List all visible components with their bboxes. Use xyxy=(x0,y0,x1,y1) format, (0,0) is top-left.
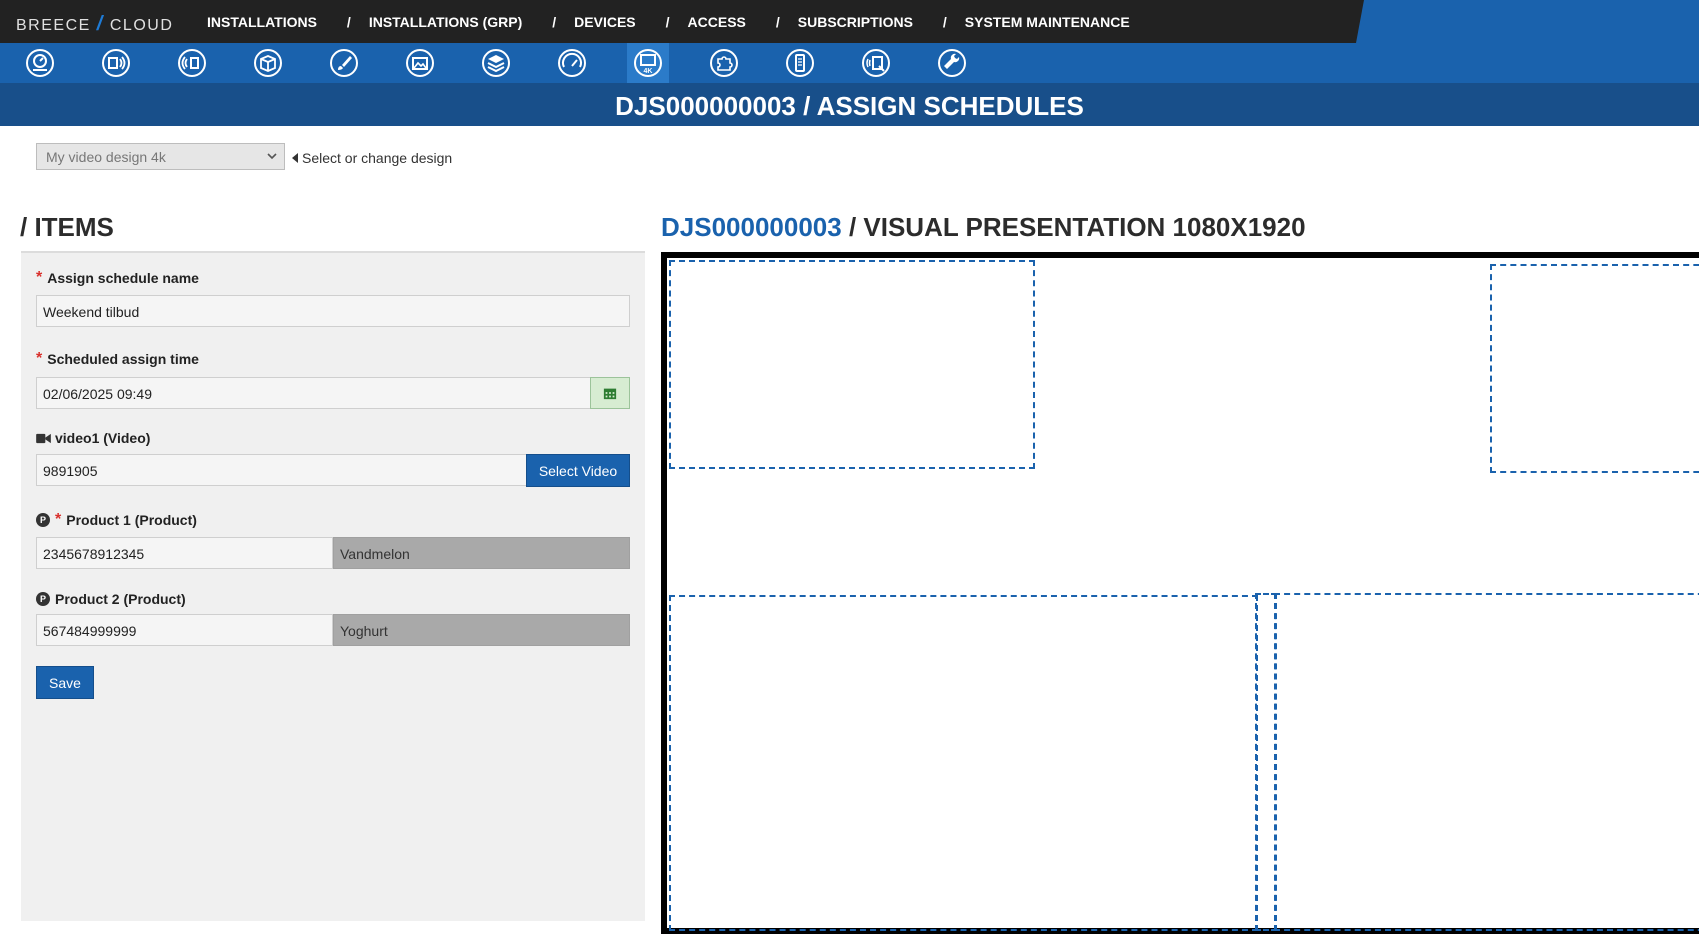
layout-zone-bottom-left[interactable] xyxy=(669,595,1258,931)
package-icon xyxy=(254,49,282,77)
design-select-value: My video design 4k xyxy=(46,149,166,165)
nav-installations-grp[interactable]: INSTALLATIONS (GRP) xyxy=(369,14,522,30)
nav-access[interactable]: ACCESS xyxy=(688,14,746,30)
nav-installations[interactable]: INSTALLATIONS xyxy=(207,14,317,30)
design-select[interactable]: My video design 4k xyxy=(36,143,285,170)
module-icon-bar: 4K xyxy=(0,43,1699,83)
layout-zone-top-left[interactable] xyxy=(669,260,1035,469)
plugins-button[interactable] xyxy=(703,43,745,83)
chevron-down-icon xyxy=(267,153,277,160)
brush-icon xyxy=(330,49,358,77)
wrench-icon xyxy=(938,49,966,77)
required-marker: * xyxy=(36,350,43,367)
page-title: DJS000000003 / ASSIGN SCHEDULES xyxy=(615,91,1084,121)
dashboard-button[interactable] xyxy=(19,43,61,83)
required-marker: * xyxy=(55,511,62,528)
schedule-name-label: * Assign schedule name xyxy=(36,269,199,286)
video-input[interactable]: 9891905 xyxy=(36,454,527,486)
layout-zone-top-right[interactable] xyxy=(1490,264,1699,473)
layout-zone-bottom-right[interactable] xyxy=(1274,593,1699,931)
assign-time-input[interactable]: 02/06/2025 09:49 xyxy=(36,377,592,409)
top-bar-accent xyxy=(1356,0,1699,43)
top-navigation-bar: BREECE / CLOUD INSTALLATIONS / INSTALLATIO… xyxy=(0,0,1699,43)
device-settings-button[interactable] xyxy=(855,43,897,83)
page-title-bar: DJS000000003 / ASSIGN SCHEDULES xyxy=(0,83,1699,126)
schedule-name-input[interactable]: Weekend tilbud xyxy=(36,295,630,327)
layers-icon xyxy=(482,49,510,77)
brand-logo[interactable]: BREECE / CLOUD xyxy=(16,13,173,36)
product2-code-input[interactable]: 567484999999 xyxy=(36,614,333,646)
signage-icon xyxy=(102,49,130,77)
calendar-icon xyxy=(603,388,617,400)
broadcast-button[interactable] xyxy=(171,43,213,83)
caret-left-icon xyxy=(292,153,298,163)
nav-system-maintenance[interactable]: SYSTEM MAINTENANCE xyxy=(965,14,1130,30)
presentation-title: / VISUAL PRESENTATION 1080X1920 xyxy=(848,212,1306,242)
gauge-icon xyxy=(558,49,586,77)
select-video-button[interactable]: Select Video xyxy=(526,454,630,487)
save-button[interactable]: Save xyxy=(36,666,94,699)
design-brush-button[interactable] xyxy=(323,43,365,83)
monitor-4k-button[interactable]: 4K xyxy=(627,43,669,83)
video-camera-icon xyxy=(36,433,51,443)
product2-name-field: Yoghurt xyxy=(333,614,630,646)
required-marker: * xyxy=(36,269,43,286)
broadcast-icon xyxy=(178,49,206,77)
layers-button[interactable] xyxy=(475,43,517,83)
svg-text:4K: 4K xyxy=(644,68,653,75)
package-button[interactable] xyxy=(247,43,289,83)
design-hint: Select or change design xyxy=(292,150,452,166)
mobile-icon xyxy=(786,49,814,77)
product2-label: P Product 2 (Product) xyxy=(36,591,186,607)
product-badge-icon: P xyxy=(36,513,50,527)
monitor-4k-icon: 4K xyxy=(634,49,662,77)
video-label: video1 (Video) xyxy=(36,430,150,446)
device-settings-icon xyxy=(862,49,890,77)
images-icon xyxy=(406,49,434,77)
main-menu: INSTALLATIONS / INSTALLATIONS (GRP) / DE… xyxy=(207,14,1130,30)
media-images-button[interactable] xyxy=(399,43,441,83)
signage-button[interactable] xyxy=(95,43,137,83)
dashboard-icon xyxy=(26,49,54,77)
product1-name-field: Vandmelon xyxy=(333,537,630,569)
presentation-canvas xyxy=(661,252,1699,934)
puzzle-icon xyxy=(710,49,738,77)
calendar-button[interactable] xyxy=(590,377,630,409)
assign-time-label: * Scheduled assign time xyxy=(36,350,199,367)
nav-devices[interactable]: DEVICES xyxy=(574,14,635,30)
mobile-button[interactable] xyxy=(779,43,821,83)
nav-subscriptions[interactable]: SUBSCRIPTIONS xyxy=(798,14,913,30)
product-badge-icon: P xyxy=(36,592,50,606)
presentation-id[interactable]: DJS000000003 xyxy=(661,212,842,242)
product1-label: P * Product 1 (Product) xyxy=(36,511,197,529)
tools-button[interactable] xyxy=(931,43,973,83)
presentation-heading: DJS000000003 / VISUAL PRESENTATION 1080X… xyxy=(661,212,1306,243)
product1-code-input[interactable]: 2345678912345 xyxy=(36,537,333,569)
gauge-button[interactable] xyxy=(551,43,593,83)
items-heading: / ITEMS xyxy=(20,212,114,242)
